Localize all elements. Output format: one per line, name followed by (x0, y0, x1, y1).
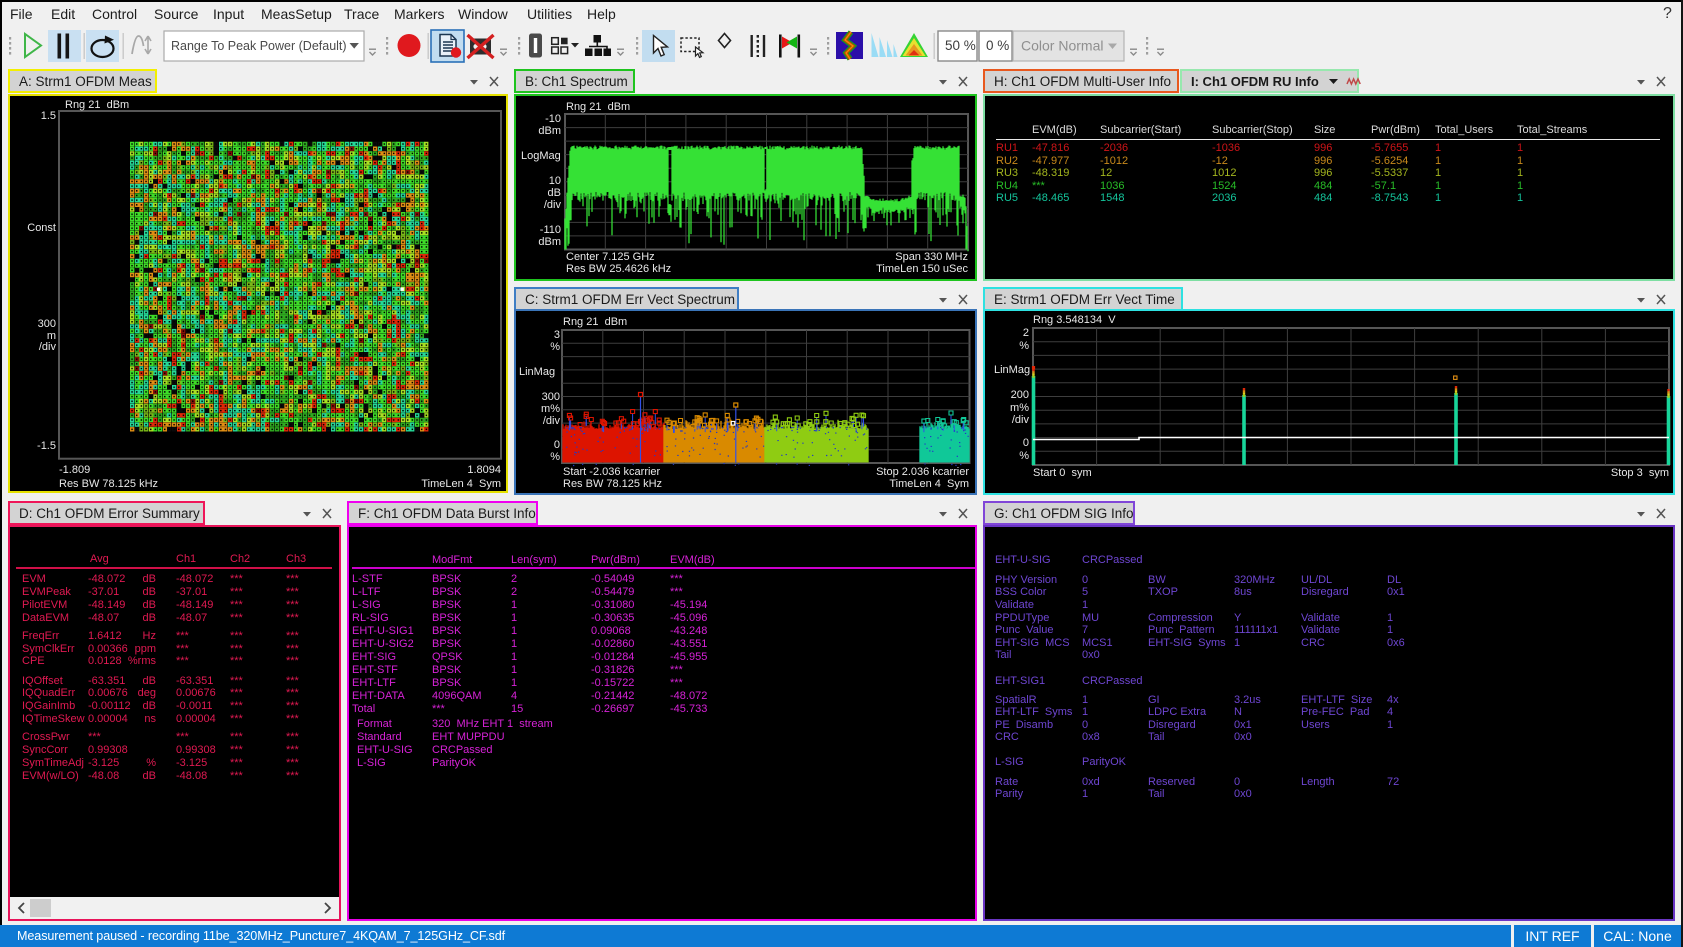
svg-text:0 %: 0 % (986, 38, 1009, 53)
svg-text:50 %: 50 % (945, 38, 976, 53)
svg-text:Range To Peak Power (Default): Range To Peak Power (Default) (171, 39, 347, 53)
svg-text:Color Normal: Color Normal (1021, 38, 1103, 54)
